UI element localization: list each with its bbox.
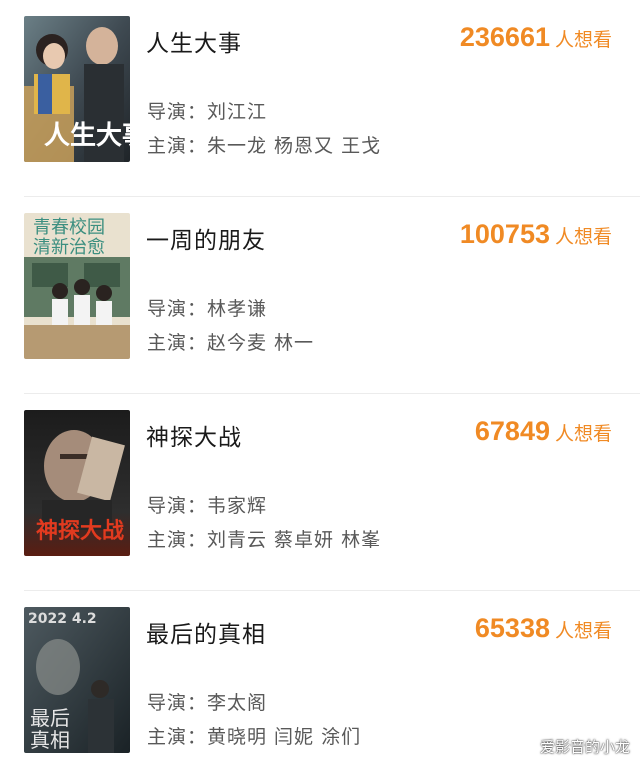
movie-title[interactable]: 最后的真相 (146, 615, 266, 649)
movie-poster-1[interactable]: 人生大事 (24, 16, 130, 162)
director-text: 导演：林孝谦 (147, 298, 268, 320)
svg-text:神探大战: 神探大战 (36, 518, 124, 544)
list-item[interactable]: 神探大战 神探大战 67849 人想看 导演：韦家辉 主演：刘青云 蔡卓妍 林峯 (0, 394, 640, 591)
director-text: 导演：韦家辉 (147, 495, 268, 517)
movie-poster-2[interactable]: 青春校园 清新治愈 (24, 213, 130, 359)
cast-text: 主演：黄晓明 闫妮 涂们 (147, 726, 362, 748)
cast-text: 主演：刘青云 蔡卓妍 林峯 (147, 529, 382, 551)
want-count: 65338 (474, 613, 550, 643)
want-label: 人想看 (554, 226, 612, 248)
want-to-see: 67849 人想看 (475, 416, 612, 447)
poster-image-icon: 2022 4.2 最后 真相 (24, 607, 130, 753)
want-label: 人想看 (554, 29, 612, 51)
movie-title[interactable]: 人生大事 (146, 24, 242, 58)
movie-title[interactable]: 一周的朋友 (146, 221, 266, 255)
want-to-see: 100753 人想看 (460, 219, 612, 250)
svg-text:最后: 最后 (30, 706, 70, 730)
want-count: 100753 (459, 219, 550, 249)
poster-image-icon: 神探大战 (24, 410, 130, 556)
movie-list: 人生大事 人生大事 236661 人想看 导演：刘江江 主演：朱一龙 杨恩又 王… (0, 0, 640, 763)
poster-image-icon: 青春校园 清新治愈 (24, 213, 130, 359)
poster-image-icon: 人生大事 (24, 16, 130, 162)
list-item[interactable]: 人生大事 人生大事 236661 人想看 导演：刘江江 主演：朱一龙 杨恩又 王… (0, 0, 640, 197)
svg-text:真相: 真相 (30, 728, 70, 752)
cast-text: 主演：朱一龙 杨恩又 王戈 (147, 135, 382, 157)
director-text: 导演：刘江江 (147, 101, 268, 123)
director-text: 导演：李太阁 (147, 692, 268, 714)
svg-text:青春校园: 青春校园 (33, 217, 105, 238)
want-label: 人想看 (554, 620, 612, 642)
movie-poster-3[interactable]: 神探大战 (24, 410, 130, 556)
watermark-text: 爱影音的小龙 (539, 738, 630, 756)
movie-poster-4[interactable]: 2022 4.2 最后 真相 (24, 607, 130, 753)
cast-text: 主演：赵今麦 林一 (147, 332, 315, 354)
want-to-see: 236661 人想看 (460, 22, 612, 53)
want-to-see: 65338 人想看 (475, 613, 612, 644)
movie-title[interactable]: 神探大战 (146, 418, 242, 452)
svg-text:2022 4.2: 2022 4.2 (28, 611, 97, 627)
want-label: 人想看 (554, 423, 612, 445)
svg-text:人生大事: 人生大事 (44, 121, 130, 151)
want-count: 236661 (459, 22, 550, 52)
want-count: 67849 (474, 416, 550, 446)
svg-text:清新治愈: 清新治愈 (33, 237, 105, 258)
list-item[interactable]: 青春校园 清新治愈 一周的朋友 100753 人想看 导演：林孝谦 主演：赵今麦… (0, 197, 640, 394)
